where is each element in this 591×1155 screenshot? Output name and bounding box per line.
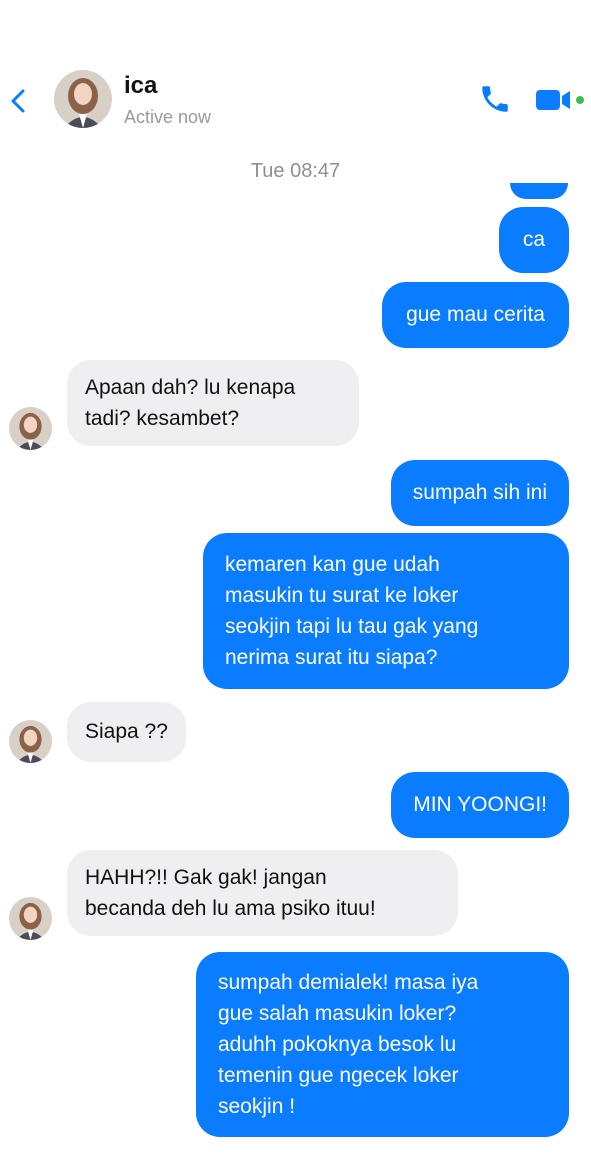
incoming-message[interactable]: Apaan dah? lu kenapa tadi? kesambet? [67, 360, 359, 446]
outgoing-message[interactable]: gue mau cerita [382, 282, 569, 348]
video-call-button[interactable] [534, 86, 588, 114]
outgoing-message[interactable]: ca [498, 207, 569, 273]
chevron-left-icon [11, 89, 25, 113]
partial-message-bubble [510, 183, 568, 199]
contact-avatar-small [9, 897, 52, 940]
contact-avatar[interactable] [54, 70, 112, 128]
avatar [9, 720, 52, 763]
incoming-message[interactable]: Siapa ?? [67, 702, 186, 762]
contact-name[interactable]: ica [124, 72, 157, 100]
avatar [54, 70, 112, 128]
avatar [9, 897, 52, 940]
contact-avatar-small [9, 407, 52, 450]
contact-avatar-small [9, 720, 52, 763]
chat-header: ica Active now [0, 60, 591, 140]
online-indicator [576, 96, 584, 104]
avatar [9, 407, 52, 450]
contact-status: Active now [124, 107, 212, 127]
outgoing-message[interactable]: sumpah sih ini [390, 460, 569, 526]
outgoing-message[interactable]: MIN YOONGI! [391, 772, 569, 838]
call-button[interactable] [478, 82, 512, 116]
video-camera-icon [536, 90, 584, 110]
outgoing-message[interactable]: sumpah demialek! masa iya gue salah masu… [196, 952, 569, 1137]
back-button[interactable] [8, 86, 30, 116]
incoming-message[interactable]: HAHH?!! Gak gak! jangan becanda deh lu a… [67, 850, 458, 936]
outgoing-message[interactable]: kemaren kan gue udah masukin tu surat ke… [203, 533, 569, 689]
message-timestamp: Tue 08:47 [250, 160, 341, 182]
phone-icon [482, 86, 508, 112]
